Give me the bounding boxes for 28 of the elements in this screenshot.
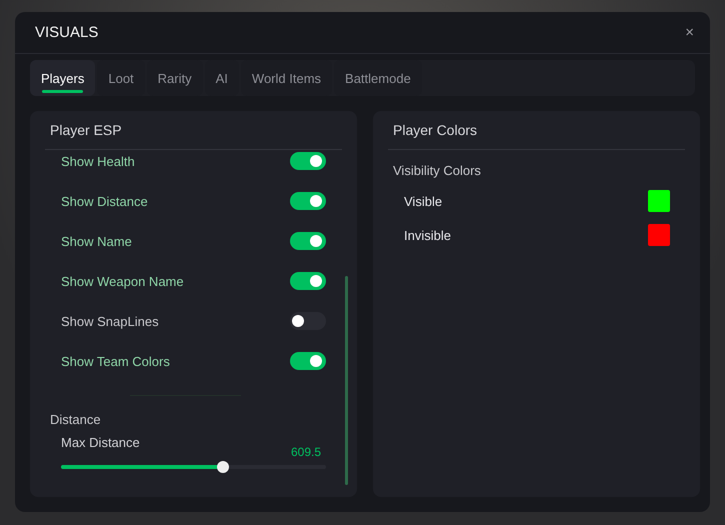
slider-value: 609.5 xyxy=(290,445,321,459)
slider-thumb[interactable] xyxy=(216,461,229,473)
toggle-switch[interactable] xyxy=(290,352,326,370)
active-tab-underline xyxy=(42,90,84,93)
tab[interactable]: Players xyxy=(30,60,96,96)
section-title: Visibility Colors xyxy=(392,163,482,178)
toggle-switch[interactable] xyxy=(290,232,326,250)
toggle-label: Show Health xyxy=(61,154,135,168)
scrollbar[interactable] xyxy=(345,276,348,485)
toggle-switch[interactable] xyxy=(290,192,326,210)
section-title: Distance xyxy=(49,412,102,427)
panel-title: Player Colors xyxy=(392,121,478,140)
toggle-switch[interactable] xyxy=(290,272,326,290)
color-swatch[interactable] xyxy=(648,224,670,246)
toggle-label: Show Distance xyxy=(61,194,148,208)
toggle-label: Show SnapLines xyxy=(61,314,159,328)
toggle-switch[interactable] xyxy=(290,152,326,170)
toggle-label: Show Team Colors xyxy=(61,354,170,368)
toggle-label: Show Weapon Name xyxy=(61,274,184,288)
color-swatch[interactable] xyxy=(648,190,670,212)
color-label: Invisible xyxy=(404,228,451,242)
panel-title: Player ESP xyxy=(49,121,123,140)
toggle-switch[interactable] xyxy=(290,312,326,330)
window-title: VISUALS xyxy=(35,24,98,41)
close-button[interactable]: × xyxy=(683,22,696,43)
slider-label: Max Distance xyxy=(61,435,140,452)
color-label: Visible xyxy=(404,194,442,208)
toggle-label: Show Name xyxy=(61,234,132,248)
